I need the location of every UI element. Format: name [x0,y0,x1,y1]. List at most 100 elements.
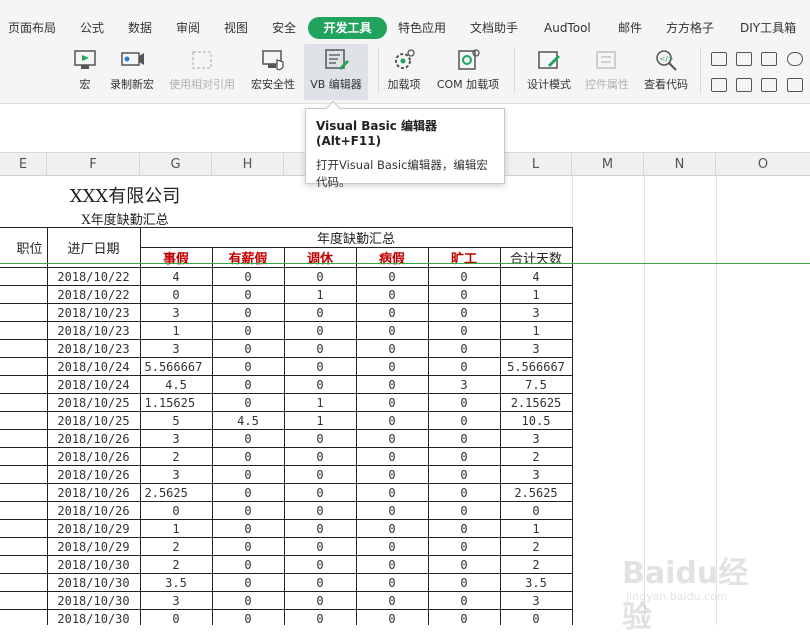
total-days-cell[interactable]: 3.5 [499,573,573,592]
scrollbar-control-icon[interactable] [787,78,803,92]
leave-days-cell[interactable]: 0 [355,447,429,466]
leave-days-cell[interactable]: 0 [427,573,501,592]
total-days-cell[interactable]: 2.5625 [499,483,573,502]
leave-days-cell[interactable]: 0 [211,591,285,610]
leave-days-cell[interactable]: 5 [139,411,213,430]
leave-days-cell[interactable]: 0 [427,537,501,556]
leave-days-cell[interactable]: 0 [211,519,285,538]
total-days-header[interactable]: 合计天数 [499,247,573,268]
leave-days-cell[interactable]: 0 [355,537,429,556]
leave-days-cell[interactable]: 0 [283,303,357,322]
leave-days-cell[interactable]: 0 [211,537,285,556]
leave-days-cell[interactable]: 0 [211,465,285,484]
position-cell[interactable] [0,393,48,412]
column-header[interactable]: O [716,153,810,176]
column-header[interactable]: N [644,153,716,176]
leave-days-cell[interactable]: 0 [355,357,429,376]
leave-days-cell[interactable]: 0 [427,321,501,340]
position-cell[interactable] [0,429,48,448]
total-days-cell[interactable]: 2.15625 [499,393,573,412]
entry-date-cell[interactable]: 2018/10/30 [46,573,141,592]
leave-days-cell[interactable]: 0 [283,375,357,394]
total-days-cell[interactable]: 0 [499,609,573,625]
entry-date-cell[interactable]: 2018/10/23 [46,303,141,322]
leave-days-cell[interactable]: 0 [283,321,357,340]
column-header[interactable]: M [572,153,644,176]
entry-date-cell[interactable]: 2018/10/26 [46,447,141,466]
leave-days-cell[interactable]: 0 [355,321,429,340]
entry-date-cell[interactable]: 2018/10/24 [46,375,141,394]
entry-date-cell[interactable]: 2018/10/29 [46,519,141,538]
leave-days-cell[interactable]: 0 [283,267,357,286]
total-days-cell[interactable]: 10.5 [499,411,573,430]
column-header[interactable]: E [0,153,47,176]
column-header[interactable]: L [500,153,572,176]
tab-page-layout[interactable]: 页面布局 [8,17,56,39]
leave-type-header[interactable]: 事假 [139,247,213,268]
leave-type-header[interactable]: 调休 [283,247,357,268]
leave-days-cell[interactable]: 0 [211,375,285,394]
control-properties-button[interactable]: 控件属性 [580,44,634,100]
entry-date-cell[interactable]: 2018/10/30 [46,555,141,574]
position-cell[interactable] [0,519,48,538]
position-cell[interactable] [0,285,48,304]
total-days-cell[interactable]: 3 [499,429,573,448]
leave-days-cell[interactable]: 0 [355,573,429,592]
leave-days-cell[interactable]: 0 [427,555,501,574]
position-cell[interactable] [0,447,48,466]
leave-days-cell[interactable]: 1 [283,285,357,304]
leave-days-cell[interactable]: 0 [211,321,285,340]
leave-days-cell[interactable]: 2.5625 [139,483,213,502]
leave-days-cell[interactable]: 0 [355,285,429,304]
leave-days-cell[interactable]: 0 [283,537,357,556]
leave-days-cell[interactable]: 3 [427,375,501,394]
leave-type-header[interactable]: 旷工 [427,247,501,268]
radio-control-icon[interactable] [787,52,803,66]
position-cell[interactable] [0,573,48,592]
entry-date-header[interactable]: 进厂日期 [46,227,141,268]
leave-days-cell[interactable]: 0 [427,447,501,466]
entry-date-cell[interactable]: 2018/10/24 [46,357,141,376]
leave-days-cell[interactable]: 0 [283,609,357,625]
position-cell[interactable] [0,303,48,322]
leave-days-cell[interactable]: 0 [427,285,501,304]
leave-days-cell[interactable]: 0 [355,465,429,484]
entry-date-cell[interactable]: 2018/10/26 [46,429,141,448]
leave-days-cell[interactable]: 0 [211,555,285,574]
leave-days-cell[interactable]: 3 [139,339,213,358]
position-cell[interactable] [0,465,48,484]
total-days-cell[interactable]: 7.5 [499,375,573,394]
entry-date-cell[interactable]: 2018/10/30 [46,591,141,610]
leave-days-cell[interactable]: 0 [283,357,357,376]
tab-data[interactable]: 数据 [128,17,152,39]
entry-date-cell[interactable]: 2018/10/26 [46,501,141,520]
leave-days-cell[interactable]: 3 [139,591,213,610]
addins-button[interactable]: 加载项 [384,44,424,100]
leave-days-cell[interactable]: 3 [139,465,213,484]
leave-days-cell[interactable]: 0 [283,519,357,538]
total-days-cell[interactable]: 1 [499,321,573,340]
view-code-button[interactable]: </> 查看代码 [640,44,692,100]
leave-days-cell[interactable]: 2 [139,555,213,574]
total-days-cell[interactable]: 1 [499,285,573,304]
entry-date-cell[interactable]: 2018/10/22 [46,267,141,286]
total-days-cell[interactable]: 2 [499,537,573,556]
entry-date-cell[interactable]: 2018/10/25 [46,393,141,412]
use-relative-reference-button[interactable]: 使用相对引用 [164,44,240,100]
leave-days-cell[interactable]: 0 [427,501,501,520]
entry-date-cell[interactable]: 2018/10/22 [46,285,141,304]
leave-days-cell[interactable]: 0 [211,267,285,286]
total-days-cell[interactable]: 2 [499,447,573,466]
column-header[interactable]: G [140,153,212,176]
design-mode-button[interactable]: 设计模式 [522,44,576,100]
leave-days-cell[interactable]: 3.5 [139,573,213,592]
leave-days-cell[interactable]: 0 [283,465,357,484]
entry-date-cell[interactable]: 2018/10/23 [46,339,141,358]
total-days-cell[interactable]: 5.566667 [499,357,573,376]
leave-days-cell[interactable]: 0 [427,303,501,322]
position-header[interactable]: 职位 [0,227,48,268]
leave-days-cell[interactable]: 0 [211,447,285,466]
leave-days-cell[interactable]: 0 [355,609,429,625]
position-cell[interactable] [0,591,48,610]
entry-date-cell[interactable]: 2018/10/23 [46,321,141,340]
